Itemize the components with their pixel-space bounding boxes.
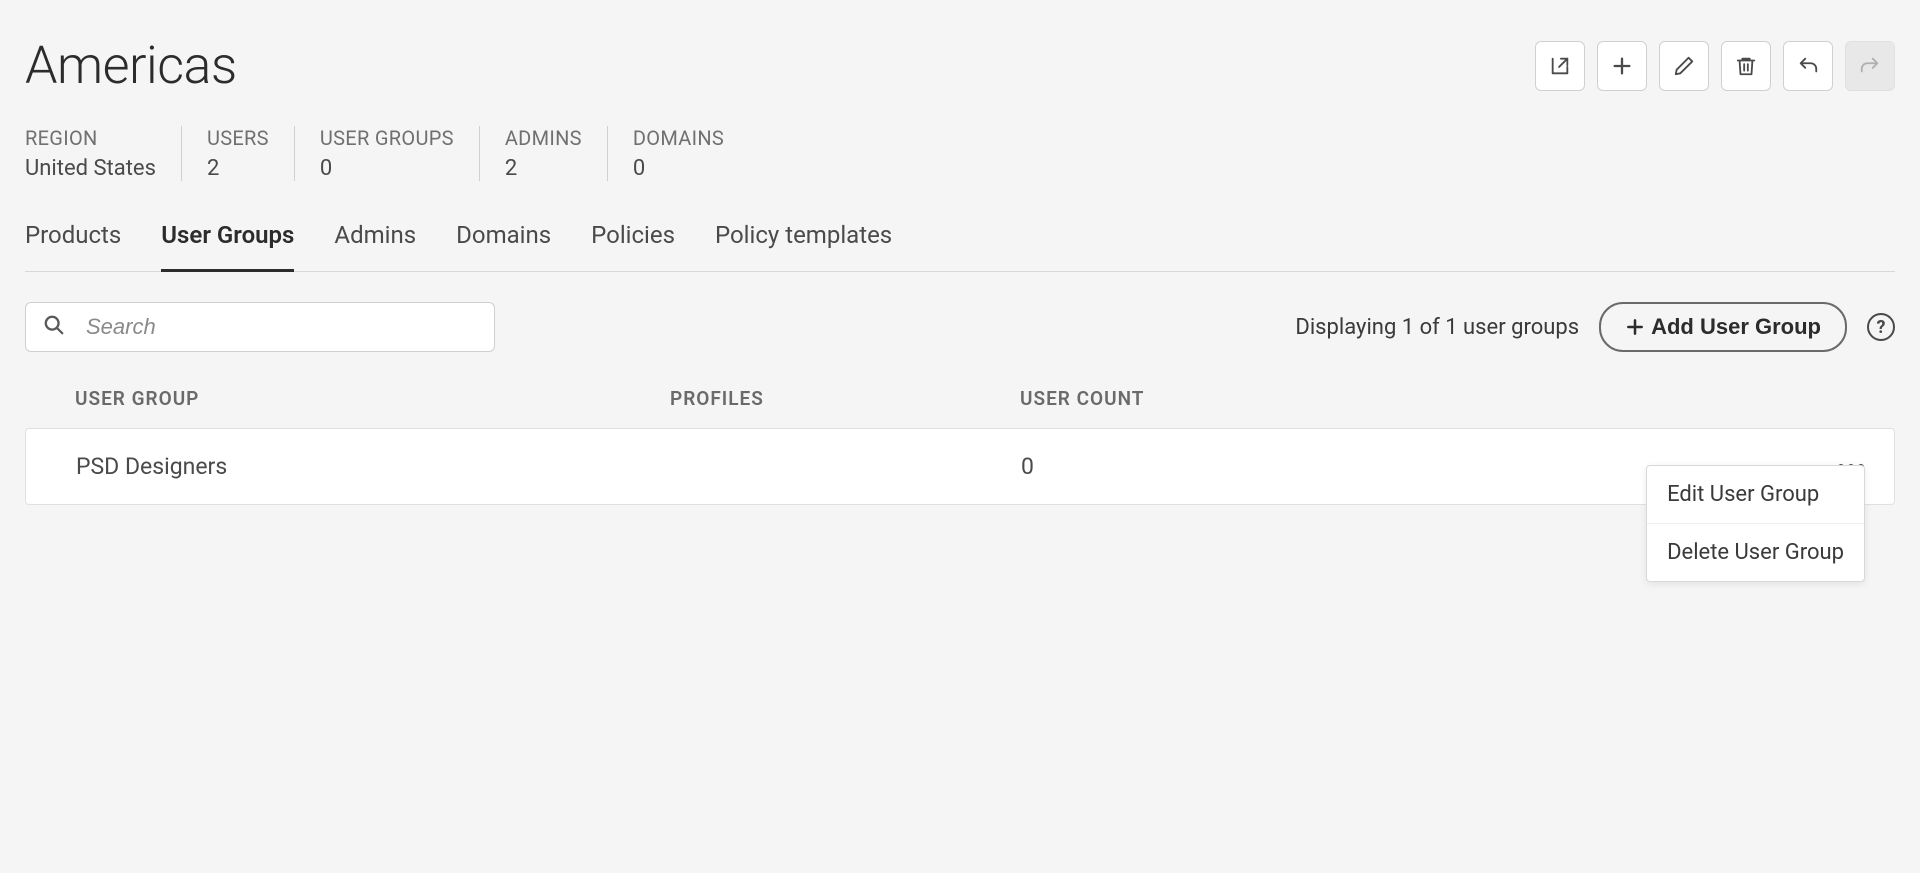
tab-admins[interactable]: Admins [334,221,416,272]
table-header: USER GROUP PROFILES USER COUNT [25,387,1895,428]
tab-products[interactable]: Products [25,221,121,272]
display-count-text: Displaying 1 of 1 user groups [1295,315,1579,340]
search-wrapper [25,302,495,352]
tab-policies[interactable]: Policies [591,221,675,272]
stat-user-groups: USER GROUPS 0 [320,126,480,181]
plus-icon [1625,317,1645,337]
col-header-count: USER COUNT [1020,387,1875,410]
table-row[interactable]: PSD Designers 0 [25,428,1895,505]
stat-value: 0 [633,156,724,181]
tab-user-groups[interactable]: User Groups [161,221,294,272]
stat-region: REGION United States [25,126,182,181]
undo-button[interactable] [1783,41,1833,91]
export-icon [1549,55,1571,77]
tab-domains[interactable]: Domains [456,221,551,272]
col-header-group: USER GROUP [75,387,670,410]
trash-icon [1735,55,1757,77]
pencil-icon [1673,55,1695,77]
add-user-group-label: Add User Group [1651,314,1821,340]
stat-value: 0 [320,156,454,181]
action-button-group [1535,41,1895,91]
redo-icon [1859,55,1881,77]
delete-button[interactable] [1721,41,1771,91]
stats-row: REGION United States USERS 2 USER GROUPS… [25,126,1895,221]
add-button[interactable] [1597,41,1647,91]
cell-group-name: PSD Designers [76,453,671,480]
search-icon [43,314,65,340]
redo-button [1845,41,1895,91]
controls-right: Displaying 1 of 1 user groups Add User G… [1295,302,1895,352]
stat-value: 2 [207,156,269,181]
page-title: Americas [25,35,237,96]
stat-label: USER GROUPS [320,126,454,150]
user-groups-table: USER GROUP PROFILES USER COUNT PSD Desig… [25,387,1895,505]
stat-label: DOMAINS [633,126,724,150]
row-actions-dropdown: Edit User Group Delete User Group [1646,465,1865,582]
stat-value: United States [25,156,156,181]
add-user-group-button[interactable]: Add User Group [1599,302,1847,352]
export-button[interactable] [1535,41,1585,91]
help-button[interactable]: ? [1867,313,1895,341]
tab-policy-templates[interactable]: Policy templates [715,221,892,272]
stat-label: REGION [25,126,156,150]
edit-button[interactable] [1659,41,1709,91]
stat-domains: DOMAINS 0 [633,126,749,181]
stat-admins: ADMINS 2 [505,126,608,181]
stat-users: USERS 2 [207,126,295,181]
stat-value: 2 [505,156,582,181]
delete-user-group-item[interactable]: Delete User Group [1647,524,1864,581]
search-input[interactable] [25,302,495,352]
tabs-row: Products User Groups Admins Domains Poli… [25,221,1895,272]
plus-icon [1611,55,1633,77]
stat-label: ADMINS [505,126,582,150]
col-header-profiles: PROFILES [670,387,1020,410]
undo-icon [1797,55,1819,77]
controls-row: Displaying 1 of 1 user groups Add User G… [25,302,1895,352]
edit-user-group-item[interactable]: Edit User Group [1647,466,1864,524]
stat-label: USERS [207,126,269,150]
